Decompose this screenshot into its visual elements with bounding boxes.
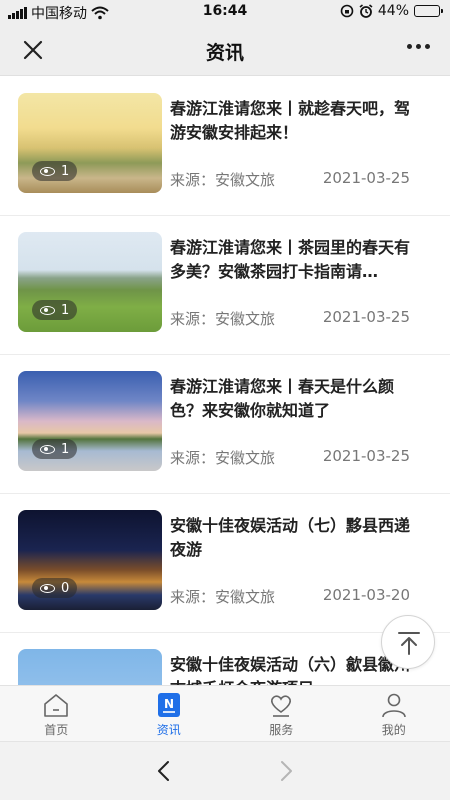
tab-home[interactable]: 首页 xyxy=(0,686,113,741)
view-count-badge: 1 xyxy=(32,300,78,320)
tab-bar: 首页 N 资讯 服务 我的 xyxy=(0,685,450,741)
home-icon xyxy=(44,694,69,717)
view-count: 0 xyxy=(61,580,70,596)
header: 资讯 xyxy=(0,24,450,76)
user-icon xyxy=(381,693,406,718)
tab-label: 我的 xyxy=(381,723,406,737)
list-item[interactable]: 0 安徽十佳夜娱活动（七）黟县西递夜游 来源：安徽文旅 2021-03-20 xyxy=(0,494,450,633)
list-item[interactable]: 1 春游江淮请您来丨茶园里的春天有多美？安徽茶园打卡指南请… 来源：安徽文旅 2… xyxy=(0,216,450,355)
article-date: 2021-03-25 xyxy=(322,308,410,326)
article-title[interactable]: 春游江淮请您来丨春天是什么颜色？来安徽你就知道了 xyxy=(170,375,416,423)
forward-icon[interactable] xyxy=(274,759,298,783)
back-icon[interactable] xyxy=(152,759,176,783)
more-icon[interactable] xyxy=(407,44,430,49)
page-title: 资讯 xyxy=(205,42,244,64)
article-date: 2021-03-25 xyxy=(322,169,410,187)
svg-text:N: N xyxy=(164,697,174,711)
article-title[interactable]: 安徽十佳夜娱活动（七）黟县西递夜游 xyxy=(170,514,416,562)
article-date: 2021-03-20 xyxy=(322,586,410,604)
arrow-up-icon xyxy=(398,632,420,655)
status-right: 44% xyxy=(340,3,443,19)
article-source: 来源：安徽文旅 xyxy=(170,171,276,189)
tab-label: 服务 xyxy=(269,723,294,737)
view-count-badge: 1 xyxy=(32,161,78,181)
eye-icon xyxy=(40,305,55,315)
battery-icon xyxy=(414,5,443,17)
article-thumbnail[interactable]: 1 xyxy=(18,93,162,193)
tab-mine[interactable]: 我的 xyxy=(338,686,450,741)
article-source: 来源：安徽文旅 xyxy=(170,588,276,606)
article-thumbnail[interactable]: 0 xyxy=(18,510,162,610)
article-title[interactable]: 春游江淮请您来丨茶园里的春天有多美？安徽茶园打卡指南请… xyxy=(170,236,416,284)
heart-hand-icon xyxy=(271,695,292,717)
eye-icon xyxy=(40,583,55,593)
eye-icon xyxy=(40,444,55,454)
article-source: 来源：安徽文旅 xyxy=(170,310,276,328)
view-count: 1 xyxy=(61,302,70,318)
tab-news[interactable]: N 资讯 xyxy=(113,686,226,741)
tab-services[interactable]: 服务 xyxy=(225,686,338,741)
view-count-badge: 1 xyxy=(32,439,78,459)
list-item[interactable]: 1 春游江淮请您来丨就趁春天吧，驾游安徽安排起来！ 来源：安徽文旅 2021-0… xyxy=(0,77,450,216)
article-source: 来源：安徽文旅 xyxy=(170,449,276,467)
article-title[interactable]: 春游江淮请您来丨就趁春天吧，驾游安徽安排起来！ xyxy=(170,97,416,145)
status-bar: 中国移动 16:44 44% xyxy=(0,0,450,24)
view-count: 1 xyxy=(61,163,70,179)
eye-icon xyxy=(40,166,55,176)
browser-toolbar xyxy=(0,741,450,800)
list-item[interactable]: 1 春游江淮请您来丨春天是什么颜色？来安徽你就知道了 来源：安徽文旅 2021-… xyxy=(0,355,450,494)
article-thumbnail[interactable]: 1 xyxy=(18,371,162,471)
tab-label: 资讯 xyxy=(156,723,181,737)
view-count: 1 xyxy=(61,441,70,457)
article-list[interactable]: 1 春游江淮请您来丨就趁春天吧，驾游安徽安排起来！ 来源：安徽文旅 2021-0… xyxy=(0,77,450,685)
view-count-badge: 0 xyxy=(32,578,78,598)
news-icon: N xyxy=(157,693,180,717)
alarm-icon xyxy=(359,4,373,18)
back-to-top-button[interactable] xyxy=(381,615,435,669)
rotation-lock-icon xyxy=(340,4,354,18)
article-title[interactable]: 安徽十佳夜娱活动（六）歙县徽州古城千灯会夜游项目 xyxy=(170,653,416,685)
article-thumbnail[interactable]: 1 xyxy=(18,232,162,332)
tab-label: 首页 xyxy=(44,723,69,737)
article-date: 2021-03-25 xyxy=(322,447,410,465)
article-thumbnail[interactable] xyxy=(18,649,162,685)
battery-label: 44% xyxy=(377,3,409,19)
